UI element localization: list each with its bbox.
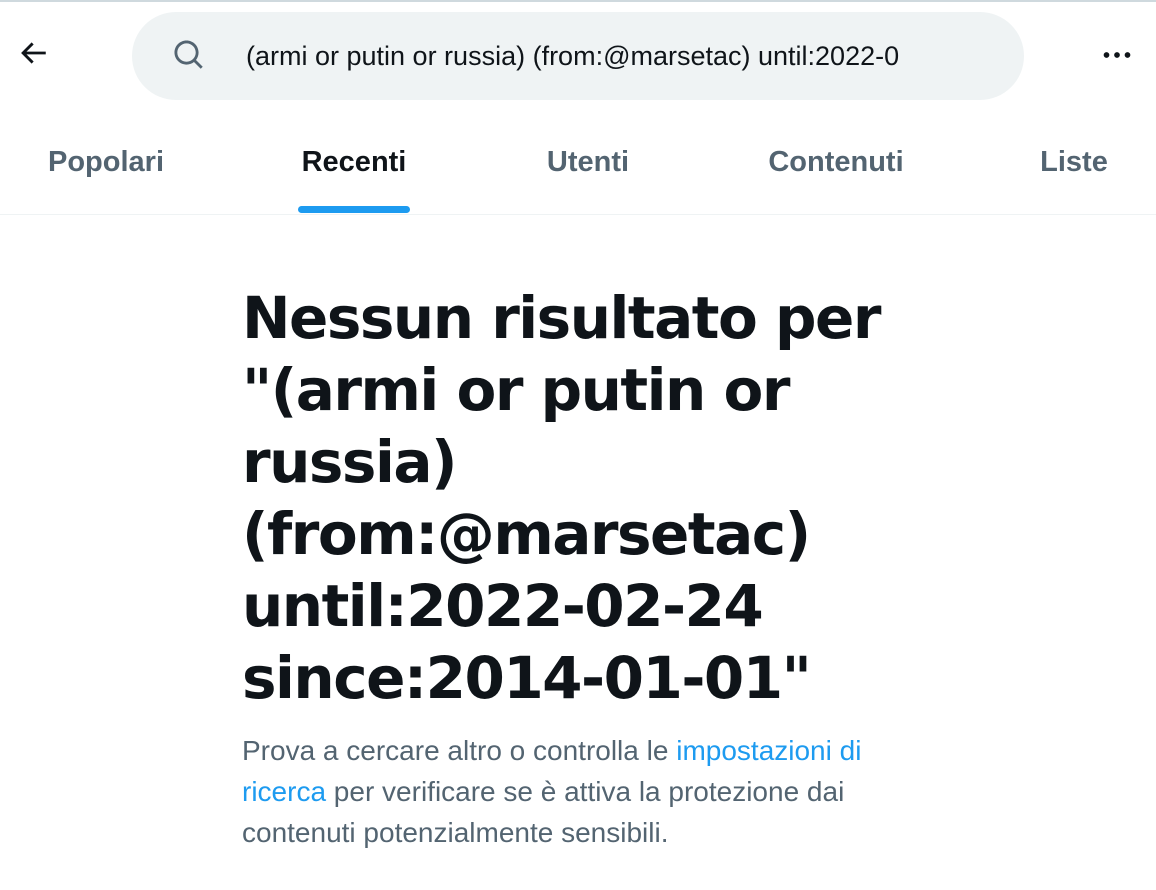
- tab-utenti[interactable]: Utenti: [488, 110, 688, 214]
- tab-recenti[interactable]: Recenti: [254, 110, 454, 214]
- search-box[interactable]: [132, 12, 1024, 100]
- empty-state-text-after: per verificare se è attiva la protezione…: [242, 776, 845, 848]
- search-header: [0, 2, 1156, 110]
- empty-state-text-before: Prova a cercare altro o controlla le: [242, 735, 677, 766]
- empty-state: Nessun risultato per "(armi or putin or …: [242, 282, 922, 853]
- back-button[interactable]: [8, 28, 58, 78]
- empty-state-description: Prova a cercare altro o controlla le imp…: [242, 730, 902, 853]
- search-input[interactable]: [246, 34, 1006, 78]
- tab-popolari[interactable]: Popolari: [0, 110, 212, 214]
- arrow-left-icon: [21, 42, 46, 64]
- search-icon: [170, 36, 208, 74]
- empty-state-title: Nessun risultato per "(armi or putin or …: [242, 284, 881, 712]
- more-horizontal-icon: [1103, 52, 1131, 58]
- tab-liste[interactable]: Liste: [984, 110, 1156, 214]
- active-tab-indicator: [298, 206, 410, 213]
- search-tabs: Popolari Recenti Utenti Contenuti Liste: [0, 110, 1156, 215]
- more-options-button[interactable]: [1092, 32, 1142, 78]
- tab-contenuti[interactable]: Contenuti: [722, 110, 950, 214]
